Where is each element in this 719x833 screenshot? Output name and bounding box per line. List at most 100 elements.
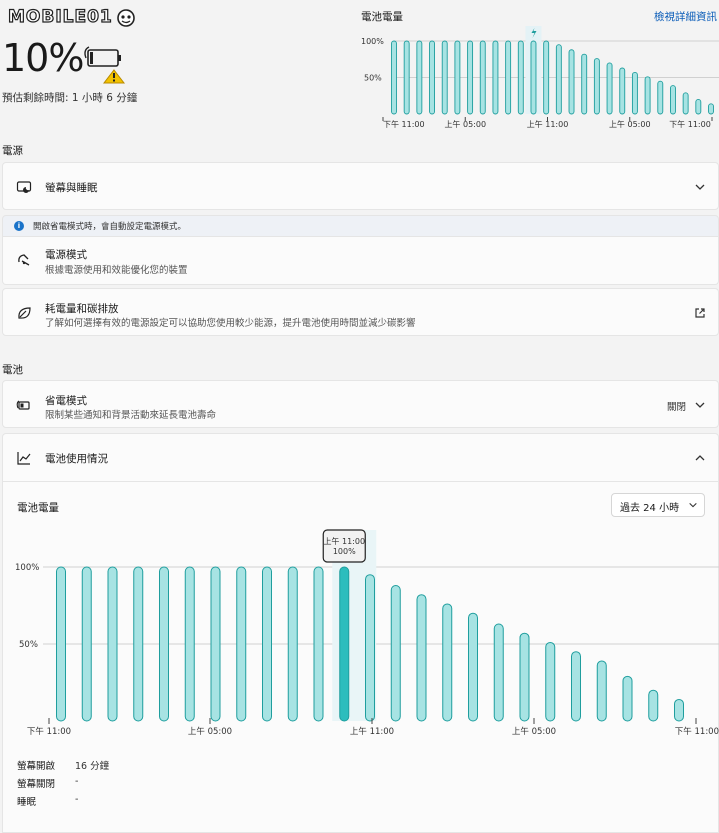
x-tick-label: 下午 11:00: [675, 726, 719, 737]
bar: [670, 85, 676, 115]
bar: [492, 40, 499, 115]
battery-warning-icon: [84, 46, 126, 84]
bar: [454, 40, 461, 115]
power-mode-subtitle: 根據電源使用和效能優化您的裝置: [45, 265, 188, 276]
bar: [568, 49, 575, 115]
bar: [390, 584, 401, 722]
bar: [416, 594, 427, 722]
bar: [479, 40, 486, 115]
screen-sleep-icon: [15, 178, 33, 196]
bar: [441, 40, 448, 115]
battery-saver-card[interactable]: 省電模式 限制某些通知和背景活動來延長電池壽命 關閉: [2, 380, 719, 428]
y-tick-label: 100%: [361, 37, 384, 46]
y-tick-label: 100%: [15, 563, 39, 573]
bar: [530, 40, 537, 115]
bar: [593, 58, 600, 115]
bar: [519, 632, 530, 722]
x-tick-label: 上午 11:00: [350, 726, 394, 737]
bar: [543, 40, 550, 115]
time-range-value: 過去 24 小時: [620, 503, 680, 514]
chevron-down-icon: [689, 502, 697, 508]
external-link-icon[interactable]: [694, 307, 706, 319]
time-range-dropdown[interactable]: 過去 24 小時: [611, 493, 705, 517]
energy-carbon-title: 耗電量和碳排放: [45, 303, 119, 315]
bar: [631, 71, 638, 115]
bar: [619, 67, 626, 115]
battery-saver-icon: [15, 396, 33, 414]
bar: [682, 92, 689, 115]
x-tick-label: 下午 11:00: [669, 119, 711, 129]
bar: [648, 689, 659, 722]
bar: [517, 40, 524, 115]
logo-mascot-icon: [116, 9, 135, 27]
battery-usage-chart[interactable]: 100%50%上午 11:00100%下午 11:00 上午 05:00 上午 11…: [3, 527, 719, 742]
bar: [622, 675, 633, 722]
power-mode-title: 電源模式: [45, 249, 87, 261]
bar: [545, 641, 556, 722]
battery-usage-header[interactable]: 電池使用情況: [2, 433, 719, 482]
stat-row: 螢幕開啟 16 分鐘: [17, 761, 110, 772]
bar: [708, 103, 714, 115]
bar: [133, 566, 144, 722]
mobile01-logo: MOBILE01: [7, 3, 137, 31]
chevron-up-icon[interactable]: [694, 452, 706, 464]
bar: [657, 80, 664, 115]
bar: [287, 566, 298, 722]
stat-row: 螢幕關閉 -: [17, 776, 79, 790]
bar: [236, 566, 247, 722]
battery-saver-status: 關閉: [666, 402, 686, 413]
bar: [468, 612, 478, 722]
bar: [493, 623, 504, 722]
mini-chart-title: 電池電量: [361, 11, 403, 23]
power-mode-card[interactable]: 電源模式 根據電源使用和效能優化您的裝置: [2, 237, 719, 285]
info-text: 開啟省電模式時，會自動設定電源模式。: [33, 222, 187, 232]
bar: [596, 660, 607, 722]
bar: [695, 98, 702, 115]
bar: [56, 566, 66, 722]
stat-row: 睡眠 -: [17, 794, 79, 808]
bar: [571, 651, 581, 722]
bar: [674, 698, 684, 722]
bar: [210, 566, 221, 722]
bar: [313, 566, 324, 722]
power-mode-icon: [15, 251, 33, 269]
usage-stats: 螢幕開啟 16 分鐘 螢幕關閉 - 睡眠 -: [17, 758, 109, 812]
bar: [159, 566, 169, 722]
y-tick-label: 50%: [19, 640, 38, 650]
bar: [416, 40, 423, 115]
x-tick-label: 上午 05:00: [444, 119, 486, 129]
bar: [262, 566, 272, 722]
remaining-time: 預估剩餘時間: 1 小時 6 分鐘: [2, 92, 138, 104]
bar: [442, 603, 453, 722]
bar: [467, 40, 474, 115]
x-tick-label: 下午 11:00: [383, 119, 425, 129]
x-tick-label: 下午 11:00: [27, 726, 71, 737]
bar: [555, 44, 562, 115]
screen-sleep-title: 螢幕與睡眠: [45, 182, 98, 194]
mini-battery-chart: 100% 50% 下午 11:00 上午 05:00 上午 11:00 上午 05:00 下…: [361, 26, 719, 129]
logo-text: MOBILE01: [7, 6, 113, 27]
tooltip-time: 上午 11:00: [323, 536, 365, 546]
leaf-icon: [15, 304, 33, 322]
info-icon: i: [14, 221, 24, 231]
x-tick-label: 上午 05:00: [188, 726, 232, 737]
chevron-down-icon[interactable]: [694, 399, 706, 411]
usage-chart-title: 電池電量: [17, 502, 59, 514]
battery-percent: 10%: [2, 36, 84, 80]
energy-carbon-card[interactable]: 耗電量和碳排放 了解如何選擇有效的電源設定可以協助您使用較少能源，提升電池使用時…: [2, 288, 719, 336]
bar: [81, 566, 92, 722]
battery-saver-title: 省電模式: [45, 395, 87, 407]
y-tick-label: 50%: [364, 74, 382, 83]
bar: [644, 76, 651, 115]
energy-carbon-subtitle: 了解如何選擇有效的電源設定可以協助您使用較少能源，提升電池使用時間並減少碳影響: [45, 318, 416, 329]
chevron-down-icon[interactable]: [694, 181, 706, 193]
bar: [403, 40, 410, 115]
bar: [391, 40, 397, 115]
view-details-link[interactable]: 檢視詳細資訊: [654, 9, 717, 24]
bar: [581, 53, 588, 115]
screen-sleep-card[interactable]: 螢幕與睡眠: [2, 162, 719, 210]
info-bar: i 開啟省電模式時，會自動設定電源模式。: [2, 215, 719, 237]
battery-usage-title: 電池使用情況: [45, 453, 108, 465]
battery-section-title: 電池: [2, 364, 23, 376]
x-tick-label: 上午 11:00: [527, 119, 569, 129]
